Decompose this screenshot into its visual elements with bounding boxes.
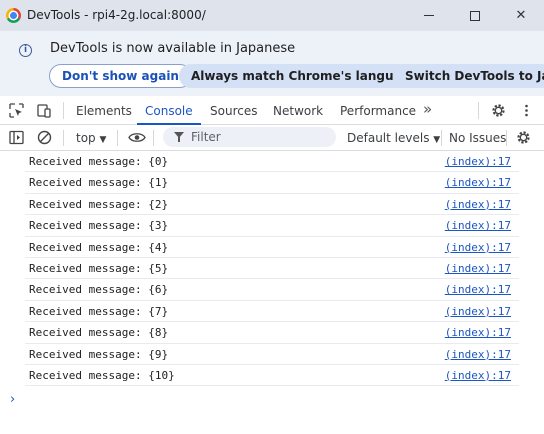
console-message-text: Received message: {8} bbox=[29, 326, 169, 340]
console-message-text: Received message: {6} bbox=[29, 283, 169, 297]
console-settings-gear-icon[interactable] bbox=[516, 130, 531, 145]
live-expression-eye-icon[interactable] bbox=[128, 131, 146, 144]
devtools-tab-bar: Elements Console Sources Network Perform… bbox=[0, 96, 544, 125]
tab-sources[interactable]: Sources bbox=[210, 104, 257, 118]
inspect-element-icon[interactable] bbox=[9, 103, 24, 118]
source-link[interactable]: (index):17 bbox=[445, 283, 511, 296]
console-message-text: Received message: {5} bbox=[29, 261, 169, 275]
log-levels-label: Default levels bbox=[347, 131, 430, 145]
minimize-icon bbox=[424, 15, 434, 16]
close-button[interactable]: ✕ bbox=[498, 0, 544, 31]
clear-console-icon[interactable] bbox=[37, 130, 52, 145]
more-options-icon[interactable] bbox=[519, 103, 534, 118]
source-link[interactable]: (index):17 bbox=[445, 176, 511, 189]
console-message-row: Received message: {7} (index):17 bbox=[25, 301, 519, 323]
tab-elements[interactable]: Elements bbox=[76, 104, 132, 118]
toolbar-divider bbox=[63, 102, 64, 119]
minimize-button[interactable] bbox=[406, 0, 452, 31]
filter-funnel-icon bbox=[174, 132, 184, 142]
toolbar-divider bbox=[153, 130, 154, 146]
source-link[interactable]: (index):17 bbox=[445, 326, 511, 339]
switch-to-japanese-button[interactable]: Switch DevTools to Japanese bbox=[393, 64, 544, 88]
console-message-text: Received message: {10} bbox=[29, 368, 175, 382]
chevron-down-icon: ▼ bbox=[433, 135, 441, 145]
settings-gear-icon[interactable] bbox=[491, 103, 506, 118]
close-icon: ✕ bbox=[515, 8, 527, 23]
console-message-text: Received message: {7} bbox=[29, 304, 169, 318]
console-message-text: Received message: {9} bbox=[29, 347, 169, 361]
console-message-text: Received message: {0} bbox=[29, 155, 169, 168]
filter-placeholder: Filter bbox=[191, 130, 221, 144]
console-messages: Received message: {0} (index):17 Received … bbox=[0, 151, 544, 387]
console-message-row: Received message: {1} (index):17 bbox=[25, 172, 519, 194]
source-link[interactable]: (index):17 bbox=[445, 305, 511, 318]
device-toolbar-icon[interactable] bbox=[37, 103, 52, 118]
toolbar-divider bbox=[506, 130, 507, 146]
chrome-logo-icon bbox=[6, 8, 21, 23]
source-link[interactable]: (index):17 bbox=[445, 198, 511, 211]
console-message-text: Received message: {2} bbox=[29, 197, 169, 211]
sidebar-toggle-icon[interactable] bbox=[9, 130, 24, 145]
more-tabs-icon[interactable]: » bbox=[423, 100, 432, 118]
window-title: DevTools - rpi4-2g.local:8000/ bbox=[27, 8, 206, 22]
context-label: top bbox=[76, 131, 96, 145]
toolbar-divider bbox=[63, 130, 64, 146]
toolbar-divider bbox=[117, 130, 118, 146]
context-selector[interactable]: top ▼ bbox=[76, 131, 106, 145]
infobar-message: DevTools is now available in Japanese bbox=[50, 41, 296, 56]
console-message-row: Received message: {9} (index):17 bbox=[25, 344, 519, 365]
console-message-row: Received message: {4} (index):17 bbox=[25, 237, 519, 258]
source-link[interactable]: (index):17 bbox=[445, 219, 511, 232]
issues-counter[interactable]: No Issues bbox=[449, 131, 506, 145]
source-link[interactable]: (index):17 bbox=[445, 241, 511, 254]
toolbar-divider bbox=[478, 102, 479, 119]
maximize-button[interactable] bbox=[452, 0, 498, 31]
console-log: Received message: {0} (index):17 Received … bbox=[0, 151, 544, 434]
language-infobar: i DevTools is now available in Japanese … bbox=[0, 31, 544, 96]
toolbar-divider bbox=[441, 130, 442, 146]
console-message-text: Received message: {4} bbox=[29, 240, 169, 254]
tab-network[interactable]: Network bbox=[273, 104, 323, 118]
source-link[interactable]: (index):17 bbox=[445, 155, 511, 168]
console-message-row: Received message: {10} (index):17 bbox=[25, 365, 519, 387]
title-bar: DevTools - rpi4-2g.local:8000/ ✕ bbox=[0, 0, 544, 31]
maximize-icon bbox=[470, 10, 480, 21]
console-message-text: Received message: {3} bbox=[29, 219, 169, 233]
console-message-row: Received message: {0} (index):17 bbox=[25, 151, 519, 173]
console-message-row: Received message: {5} (index):17 bbox=[25, 258, 519, 280]
console-message-row: Received message: {8} (index):17 bbox=[25, 322, 519, 344]
tab-console[interactable]: Console bbox=[145, 104, 193, 118]
console-prompt[interactable]: › bbox=[10, 392, 15, 407]
source-link[interactable]: (index):17 bbox=[445, 262, 511, 275]
source-link[interactable]: (index):17 bbox=[445, 369, 511, 382]
chevron-down-icon: ▼ bbox=[99, 135, 107, 145]
filter-input[interactable]: Filter bbox=[163, 127, 336, 147]
console-message-row: Received message: {2} (index):17 bbox=[25, 194, 519, 216]
tab-performance[interactable]: Performance bbox=[340, 104, 416, 118]
console-message-text: Received message: {1} bbox=[29, 176, 169, 190]
info-icon: i bbox=[19, 44, 32, 57]
console-message-row: Received message: {6} (index):17 bbox=[25, 279, 519, 301]
console-message-row: Received message: {3} (index):17 bbox=[25, 215, 519, 237]
dont-show-again-button[interactable]: Don't show again bbox=[49, 64, 192, 88]
console-toolbar: top ▼ Filter Default levels ▼ No Issues bbox=[0, 125, 544, 151]
source-link[interactable]: (index):17 bbox=[445, 348, 511, 361]
log-levels-dropdown[interactable]: Default levels ▼ bbox=[347, 131, 440, 145]
